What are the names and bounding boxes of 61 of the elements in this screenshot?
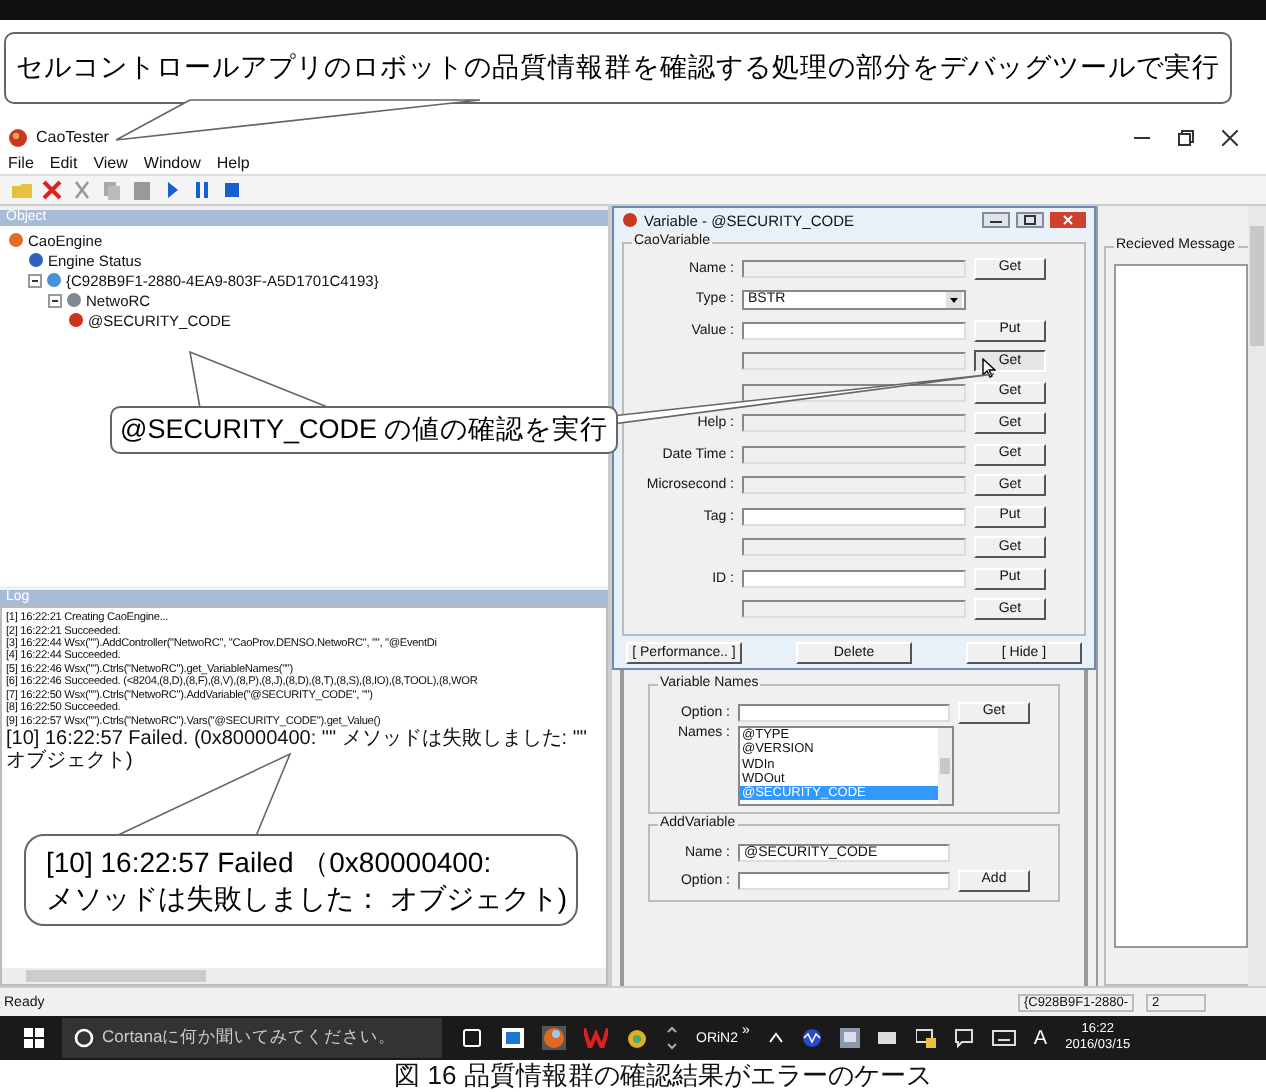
circle-icon [74,1028,94,1049]
stop-icon[interactable] [222,180,242,201]
input-field[interactable] [738,703,950,722]
app-icon [8,127,28,148]
input-field[interactable] [738,871,950,890]
wave-icon[interactable] [801,1028,822,1049]
window-icon[interactable] [502,1028,524,1049]
input-field[interactable] [742,476,966,495]
expand-toggle[interactable] [28,273,42,288]
keyboard-icon[interactable] [991,1030,1016,1047]
tray-icon[interactable] [839,1028,860,1049]
node-icon [8,232,24,249]
callout-pointer [188,350,331,409]
window-title: CaoTester [36,128,109,147]
input-field[interactable] [742,414,966,433]
scrollbar[interactable] [1248,206,1266,987]
cursor-icon [982,357,996,378]
input-field[interactable] [742,600,966,619]
pause-icon[interactable] [192,180,212,201]
menu-item[interactable]: View [93,153,128,172]
input-field[interactable] [742,352,966,371]
menu-item[interactable]: Window [143,153,201,172]
node-icon [28,252,44,269]
maximize-icon[interactable] [1016,212,1044,229]
input-field[interactable] [742,507,966,526]
windows-icon[interactable] [24,1028,44,1049]
ime-indicator[interactable]: A [1033,1027,1048,1050]
paste-icon[interactable] [132,180,152,201]
chevron-up-icon[interactable] [767,1032,784,1045]
scroll-arrows-icon[interactable] [666,1024,678,1053]
menu-item[interactable]: File [8,153,34,172]
notification-icon[interactable] [953,1028,974,1049]
delete-icon[interactable] [42,180,62,201]
minimize-icon[interactable] [982,212,1010,229]
menu-item[interactable]: Edit [49,153,78,172]
input-field[interactable] [742,538,966,557]
dropdown-arrow-icon[interactable] [946,291,962,308]
input-field[interactable] [742,569,966,588]
expand-toggle[interactable] [48,293,62,308]
figure-caption: 図 16 品質情報群の確認結果がエラーのケース [392,1059,934,1092]
app-icon[interactable] [542,1026,566,1051]
scrollbar[interactable] [938,728,952,805]
menu-item[interactable]: Help [216,153,250,172]
input-field[interactable] [742,259,966,278]
gear-icon[interactable] [626,1027,648,1050]
w-logo-icon[interactable] [584,1028,608,1049]
scrollbar[interactable] [2,968,606,985]
node-icon [66,292,82,309]
restore-icon[interactable] [1178,129,1194,146]
close-icon[interactable] [1222,129,1238,146]
input-field[interactable] [742,445,966,464]
node-icon [68,312,84,329]
cut-icon[interactable] [72,180,92,201]
log-line: [10] 16:22:57 Failed. (0x80000400: "" メソッドは失敗しました: "" オブジェクト) [6,727,589,772]
search-field[interactable]: Cortanaに何か聞いてみてください。 [62,1018,442,1059]
play-icon[interactable] [162,180,182,201]
network-icon[interactable] [915,1028,936,1049]
app-icon [622,212,638,229]
task-view-icon[interactable] [460,1028,484,1049]
node-icon [46,272,62,289]
input-field[interactable] [742,321,966,340]
